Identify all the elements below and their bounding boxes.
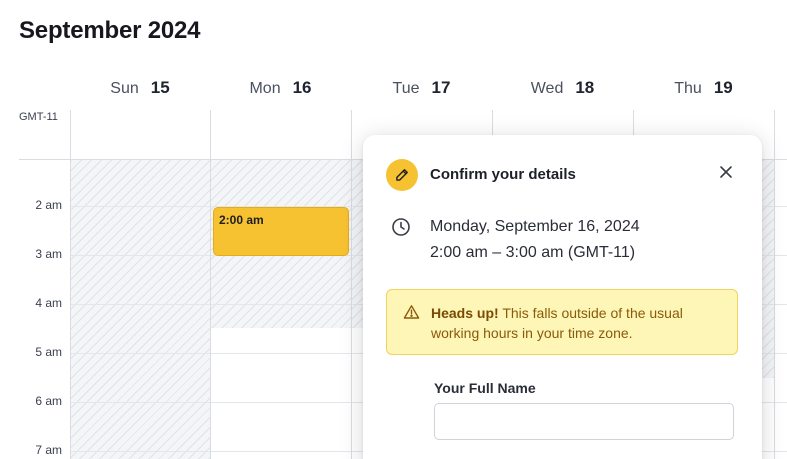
- warning-icon: [403, 304, 420, 325]
- dialog-title: Confirm your details: [430, 166, 576, 183]
- full-name-label: Your Full Name: [434, 380, 536, 396]
- selected-event[interactable]: 2:00 am: [213, 207, 349, 256]
- day-date: 15: [150, 78, 170, 97]
- unavailable-slot-sun: [71, 160, 210, 459]
- column-divider: [70, 110, 71, 459]
- working-hours-alert: Heads up! This falls outside of the usua…: [386, 289, 738, 355]
- hour-label: 4 am: [35, 296, 62, 310]
- event-time-range: 2:00 am – 3:00 am (GMT-11): [430, 244, 636, 261]
- clock-icon: [391, 217, 411, 242]
- hour-label: 3 am: [35, 247, 62, 261]
- day-date: 18: [575, 78, 595, 97]
- page-title: September 2024: [19, 17, 201, 44]
- pencil-icon: [386, 159, 418, 191]
- alert-heading: Heads up!: [431, 305, 499, 321]
- day-header-wed[interactable]: Wed 18: [492, 78, 633, 100]
- day-date: 16: [292, 78, 312, 97]
- day-name: Tue: [392, 80, 420, 97]
- timezone-label: GMT-11: [19, 111, 58, 123]
- day-header-mon[interactable]: Mon 16: [210, 78, 351, 100]
- event-date: Monday, September 16, 2024: [430, 218, 640, 235]
- day-header-sun[interactable]: Sun 15: [70, 78, 210, 100]
- full-name-input[interactable]: [434, 403, 734, 440]
- hour-label: 5 am: [35, 345, 62, 359]
- column-divider: [774, 110, 775, 459]
- day-name: Sun: [110, 80, 139, 97]
- alert-text: Heads up! This falls outside of the usua…: [431, 303, 731, 343]
- day-name: Wed: [530, 80, 564, 97]
- hour-label: 2 am: [35, 198, 62, 212]
- hour-label: 7 am: [35, 443, 62, 457]
- column-divider: [351, 110, 352, 459]
- day-header-thu[interactable]: Thu 19: [633, 78, 774, 100]
- close-icon[interactable]: [715, 161, 737, 183]
- hour-label: 6 am: [35, 394, 62, 408]
- event-time: 2:00 am: [219, 213, 264, 227]
- day-name: Thu: [674, 80, 702, 97]
- confirm-details-dialog: Confirm your details Monday, September 1…: [363, 135, 762, 459]
- day-date: 17: [431, 78, 451, 97]
- day-header-tue[interactable]: Tue 17: [351, 78, 492, 100]
- day-date: 19: [713, 78, 733, 97]
- day-name: Mon: [249, 80, 281, 97]
- column-divider: [210, 110, 211, 459]
